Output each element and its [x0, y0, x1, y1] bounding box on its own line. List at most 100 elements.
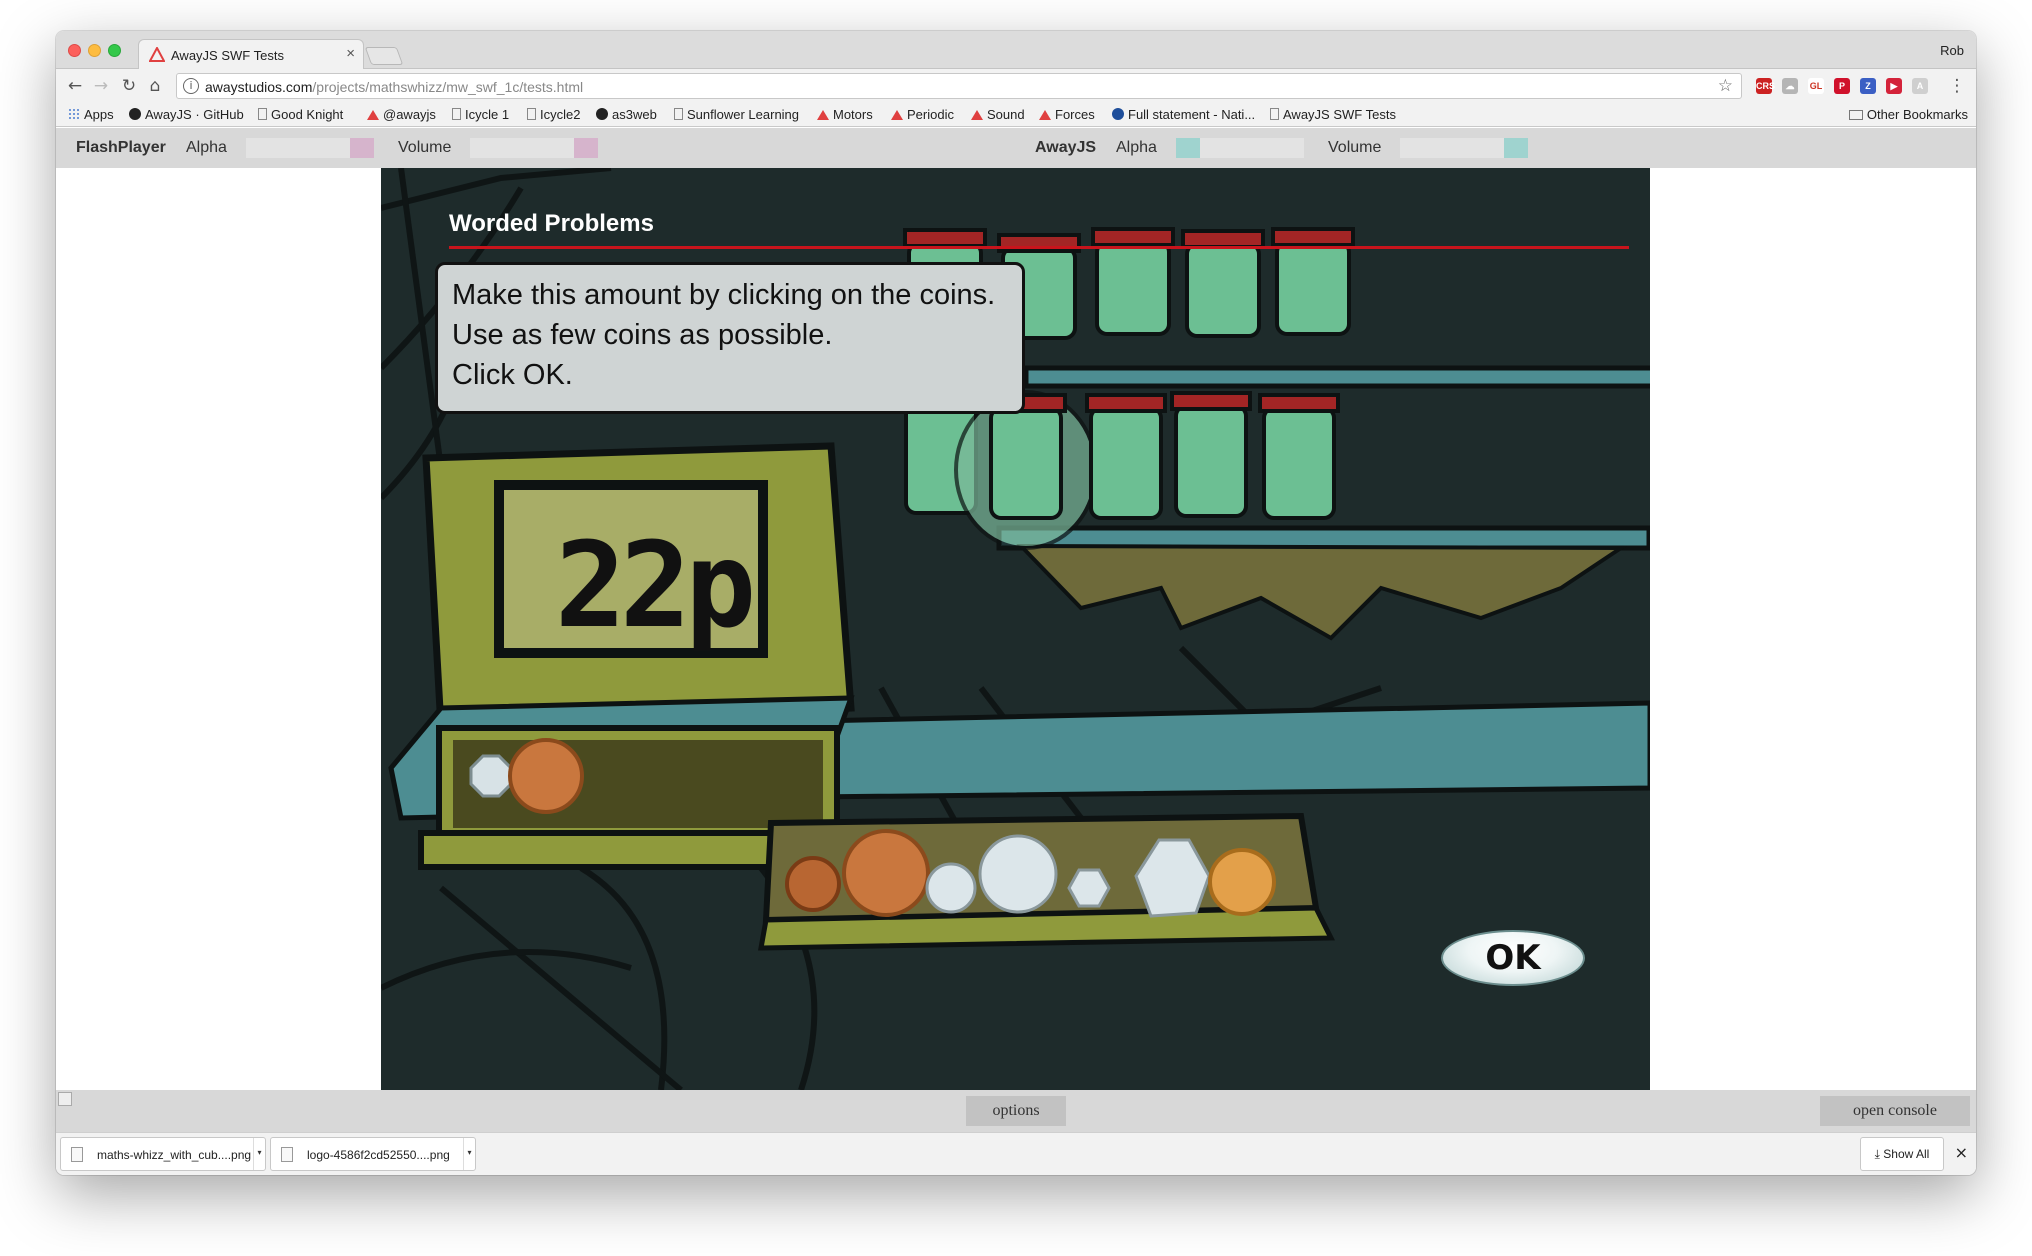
- extension-icon[interactable]: GL: [1808, 78, 1824, 94]
- close-downloads-icon[interactable]: ×: [1955, 1143, 1968, 1162]
- forward-icon[interactable]: →: [90, 75, 112, 97]
- new-tab-button[interactable]: [364, 47, 404, 65]
- extension-icon[interactable]: A: [1912, 78, 1928, 94]
- awayjs-icon: [1039, 110, 1051, 120]
- instruction-line: Use as few coins as possible.: [452, 319, 833, 351]
- bookmark-icycle1[interactable]: Icycle 1: [452, 107, 509, 122]
- browser-toolbar: ← → ↻ ⌂ i awaystudios.com/projects/maths…: [56, 69, 1976, 103]
- extension-icon[interactable]: Z: [1860, 78, 1876, 94]
- downloads-shelf: maths-whizz_with_cub....png ▾ logo-4586f…: [56, 1132, 1976, 1175]
- extension-icon[interactable]: P: [1834, 78, 1850, 94]
- github-icon: [596, 108, 608, 120]
- broken-image-icon: [58, 1092, 72, 1106]
- coin-5p[interactable]: [925, 862, 977, 914]
- url-text[interactable]: awaystudios.com/projects/mathswhizz/mw_s…: [205, 79, 583, 95]
- gov-crest-icon: [1112, 108, 1124, 120]
- bookmark-sunflower[interactable]: Sunflower Learning: [674, 107, 799, 122]
- upper-shelf: [1023, 365, 1650, 389]
- maximize-window-button[interactable]: [108, 44, 121, 57]
- selected-coin-2p[interactable]: [508, 738, 584, 814]
- tab-strip: AwayJS SWF Tests × Rob: [56, 31, 1976, 70]
- awayjs-icon: [367, 110, 379, 120]
- download-filename: logo-4586f2cd52550....png: [307, 1148, 450, 1162]
- address-bar[interactable]: i awaystudios.com/projects/mathswhizz/mw…: [176, 73, 1742, 99]
- home-icon[interactable]: ⌂: [144, 75, 166, 97]
- coin-2p[interactable]: [842, 829, 930, 917]
- menu-icon[interactable]: ⋮: [1946, 75, 1968, 97]
- page-icon: [527, 108, 536, 120]
- tab-title: AwayJS SWF Tests: [171, 48, 284, 63]
- folder-icon: [1848, 110, 1863, 120]
- page-icon: [258, 108, 267, 120]
- bookmark-motors[interactable]: Motors: [817, 107, 873, 122]
- coin-1-pound[interactable]: [1208, 848, 1276, 916]
- flash-volume-slider[interactable]: [470, 138, 598, 158]
- bookmark-icycle2[interactable]: Icycle2: [527, 107, 580, 122]
- instruction-line: Make this amount by clicking on the coin…: [452, 279, 996, 311]
- flash-alpha-knob[interactable]: [350, 138, 374, 158]
- selected-coin-20p[interactable]: [469, 754, 513, 798]
- flash-volume-label: Volume: [398, 139, 452, 156]
- url-path: /projects/mathswhizz/mw_swf_1c/tests.htm…: [312, 79, 584, 95]
- awayjs-icon: [817, 110, 829, 120]
- away-volume-slider[interactable]: [1400, 138, 1528, 158]
- close-window-button[interactable]: [68, 44, 81, 57]
- open-console-button[interactable]: open console: [1820, 1096, 1970, 1126]
- game-stage: Worded Problems Make this amount by clic…: [381, 168, 1650, 1090]
- bookmark-sound[interactable]: Sound: [971, 107, 1025, 122]
- instructions-box: Make this amount by clicking on the coin…: [435, 262, 1025, 414]
- other-bookmarks[interactable]: Other Bookmarks: [1848, 107, 1968, 122]
- bookmark-forces[interactable]: Forces: [1039, 107, 1095, 122]
- extension-icon[interactable]: CRS: [1756, 78, 1775, 94]
- file-icon: [281, 1147, 293, 1162]
- bookmark-awayjs-swf-tests[interactable]: AwayJS SWF Tests: [1270, 107, 1396, 122]
- page-icon: [674, 108, 683, 120]
- ok-button[interactable]: OK: [1441, 930, 1585, 986]
- chevron-down-icon[interactable]: ▾: [463, 1138, 475, 1170]
- download-filename: maths-whizz_with_cub....png: [97, 1148, 252, 1162]
- extension-icon[interactable]: ☁: [1782, 78, 1798, 94]
- away-alpha-label: Alpha: [1116, 139, 1157, 156]
- bookmark-full-statement[interactable]: Full statement - Nati...: [1112, 107, 1255, 122]
- away-volume-label: Volume: [1328, 139, 1382, 156]
- bookmark-awayjs-github[interactable]: AwayJS · GitHub: [129, 107, 244, 122]
- title-underline: [449, 246, 1629, 249]
- options-button[interactable]: options: [966, 1096, 1066, 1126]
- away-volume-knob[interactable]: [1504, 138, 1528, 158]
- minimize-window-button[interactable]: [88, 44, 101, 57]
- tab-close-icon[interactable]: ×: [346, 45, 355, 62]
- profile-name[interactable]: Rob: [1940, 43, 1964, 58]
- bookmark-periodic[interactable]: Periodic: [891, 107, 954, 122]
- chevron-down-icon[interactable]: ▾: [253, 1138, 265, 1170]
- bookmark-star-icon[interactable]: ☆: [1718, 76, 1733, 96]
- bookmark-good-knight[interactable]: Good Knight: [258, 107, 343, 122]
- flash-alpha-label: Alpha: [186, 139, 227, 156]
- site-info-icon[interactable]: i: [183, 78, 199, 94]
- page-content: Worded Problems Make this amount by clic…: [56, 168, 1976, 1090]
- awayjs-favicon-icon: [149, 47, 165, 62]
- flash-alpha-slider[interactable]: [246, 138, 374, 158]
- away-alpha-slider[interactable]: [1176, 138, 1304, 158]
- download-item[interactable]: logo-4586f2cd52550....png ▾: [270, 1137, 476, 1171]
- reload-icon[interactable]: ↻: [118, 75, 140, 97]
- swf-bottom-bar: options open console: [56, 1090, 1976, 1132]
- coin-1p[interactable]: [785, 856, 841, 912]
- bookmark-apps[interactable]: Apps: [68, 107, 114, 122]
- bookmark-awayjs[interactable]: @awayjs: [367, 107, 436, 122]
- awayjs-icon: [971, 110, 983, 120]
- extension-icon[interactable]: ▶: [1886, 78, 1902, 94]
- away-alpha-knob[interactable]: [1176, 138, 1200, 158]
- bookmark-as3web[interactable]: as3web: [596, 107, 657, 122]
- bookmarks-bar: Apps AwayJS · GitHub Good Knight @awayjs…: [56, 103, 1976, 127]
- coin-10p[interactable]: [978, 834, 1058, 914]
- flash-volume-knob[interactable]: [574, 138, 598, 158]
- instruction-line: Click OK.: [452, 359, 573, 391]
- show-all-downloads-button[interactable]: ⤓ Show All: [1860, 1137, 1944, 1171]
- swf-control-bar: FlashPlayer Alpha Volume AwayJS Alpha Vo…: [56, 128, 1976, 168]
- download-item[interactable]: maths-whizz_with_cub....png ▾: [60, 1137, 266, 1171]
- back-icon[interactable]: ←: [64, 75, 86, 97]
- coin-20p[interactable]: [1067, 868, 1111, 908]
- apps-grid-icon: [68, 108, 80, 120]
- github-icon: [129, 108, 141, 120]
- browser-tab[interactable]: AwayJS SWF Tests ×: [138, 39, 364, 70]
